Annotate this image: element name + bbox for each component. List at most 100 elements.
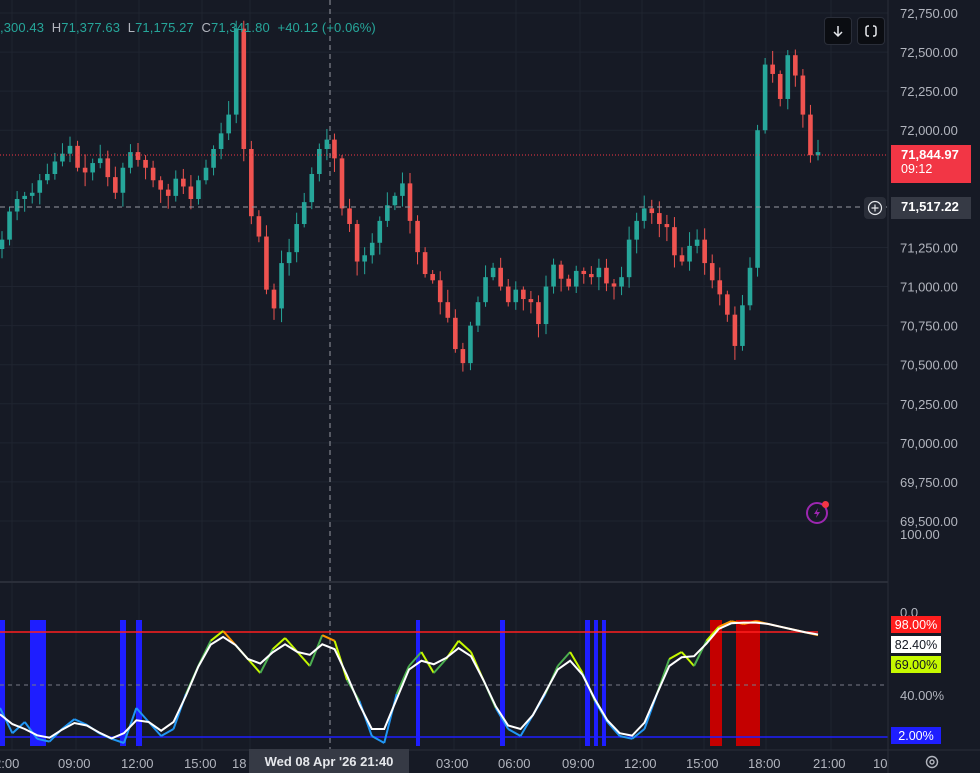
ohlc-high-label: H xyxy=(51,20,62,35)
candle-body xyxy=(150,167,156,181)
candle-body xyxy=(264,236,269,290)
candle-body xyxy=(679,255,685,262)
candle-body xyxy=(740,305,745,346)
candle-body xyxy=(241,28,247,149)
candle-body xyxy=(687,245,692,262)
candle-body xyxy=(82,167,88,173)
overbought-bar xyxy=(736,620,760,746)
candlestick-series xyxy=(0,20,821,372)
signal-value-tag: 69.00% xyxy=(891,656,941,673)
candle-body xyxy=(566,278,571,287)
scroll-to-latest-button[interactable] xyxy=(824,17,852,45)
time-tick-label: 15:00 xyxy=(184,756,217,771)
time-tick-label: 2:00 xyxy=(0,756,19,771)
price-tick-label: 71,250.00 xyxy=(900,240,958,255)
chart-pane[interactable]: 72,750.00 72,500.00 72,250.00 72,000.00 71,2… xyxy=(0,0,980,773)
candle-body xyxy=(22,195,27,200)
alert-button[interactable] xyxy=(806,501,829,524)
axis-settings-button[interactable] xyxy=(921,752,943,772)
time-tick-label: 12:00 xyxy=(121,756,154,771)
price-tick-label: 71,000.00 xyxy=(900,280,958,295)
candle-body xyxy=(573,270,579,287)
candle-body xyxy=(249,148,254,217)
candle-body xyxy=(400,183,405,196)
fullscreen-button[interactable] xyxy=(857,17,885,45)
candle-body xyxy=(196,180,201,200)
candle-body xyxy=(634,220,639,240)
ohlc-change: +40.12 (+0.06%) xyxy=(277,20,376,35)
time-tick-label: 15:00 xyxy=(686,756,719,771)
candle-body xyxy=(649,208,655,214)
candle-body xyxy=(604,267,609,284)
oversold-bar xyxy=(0,620,5,746)
indicator-top-label: 100.00 xyxy=(900,527,940,542)
candle-body xyxy=(324,139,330,149)
candle-body xyxy=(498,267,503,287)
time-tick-label: 18:00 xyxy=(748,756,781,771)
upper-band-tag: 98.00% xyxy=(891,616,941,633)
lightning-icon xyxy=(814,508,820,518)
time-tick-label: 18 xyxy=(232,756,246,771)
candle-body xyxy=(173,178,179,196)
candle-body xyxy=(725,294,730,315)
arrow-down-icon xyxy=(833,26,843,38)
gear-icon xyxy=(925,755,939,769)
crosshair-add-button[interactable] xyxy=(864,197,886,219)
candle-body xyxy=(551,264,556,287)
oversold-bar xyxy=(602,620,606,746)
candle-body xyxy=(611,283,617,287)
candle-body xyxy=(483,277,488,303)
candle-body xyxy=(505,286,511,303)
candle-body xyxy=(596,267,602,278)
candle-body xyxy=(143,159,148,168)
oversold-bar xyxy=(416,620,420,746)
candle-body xyxy=(377,220,383,243)
time-tick-label: 06:00 xyxy=(498,756,531,771)
ohlc-close: 71,341.80 xyxy=(211,20,270,35)
countdown-value: 09:12 xyxy=(901,162,933,176)
ohlc-close-label: C xyxy=(201,20,212,35)
candle-body xyxy=(521,289,526,300)
candle-body xyxy=(762,64,768,131)
time-tick-label: 09:00 xyxy=(562,756,595,771)
candle-body xyxy=(317,148,322,174)
price-tick-label: 69,750.00 xyxy=(900,475,958,490)
candle-body xyxy=(437,280,443,303)
candle-body xyxy=(430,274,435,281)
candle-body xyxy=(279,263,284,309)
candle-body xyxy=(0,239,5,250)
candle-body xyxy=(90,163,95,173)
candle-body xyxy=(128,152,133,168)
time-tick-label: 21:00 xyxy=(813,756,846,771)
candle-body xyxy=(407,183,413,221)
ohlc-low: 71,175.27 xyxy=(135,20,194,35)
price-tick-label: 70,750.00 xyxy=(900,319,958,334)
alert-dot xyxy=(822,501,829,508)
candle-body xyxy=(37,180,43,193)
candle-body xyxy=(332,139,337,159)
candle-body xyxy=(211,148,216,168)
candle-body xyxy=(490,267,496,278)
candle-body xyxy=(75,145,80,168)
crosshair-price-tag: 71,517.22 xyxy=(891,197,971,219)
candle-body xyxy=(468,325,473,364)
crosshair-time-label: Wed 08 Apr '26 21:40 xyxy=(249,749,409,773)
candle-body xyxy=(301,202,307,225)
time-tick-label: 03:00 xyxy=(436,756,469,771)
chart-canvas[interactable]: 72,750.00 72,500.00 72,250.00 72,000.00 71,2… xyxy=(0,0,980,773)
oversold-bar xyxy=(500,620,505,746)
candle-body xyxy=(203,167,209,181)
signal-line-segment xyxy=(395,665,410,695)
candle-body xyxy=(770,64,775,74)
signal-line-segment xyxy=(606,721,621,737)
candle-body xyxy=(672,227,677,256)
candle-body xyxy=(445,302,451,318)
price-tick-label: 70,500.00 xyxy=(900,358,958,373)
candle-body xyxy=(513,289,519,303)
candle-body xyxy=(747,267,753,306)
candle-body xyxy=(558,264,564,279)
candle-body xyxy=(589,274,594,278)
candle-body xyxy=(45,173,50,181)
oversold-bar xyxy=(120,620,126,746)
oversold-bar xyxy=(30,620,46,746)
